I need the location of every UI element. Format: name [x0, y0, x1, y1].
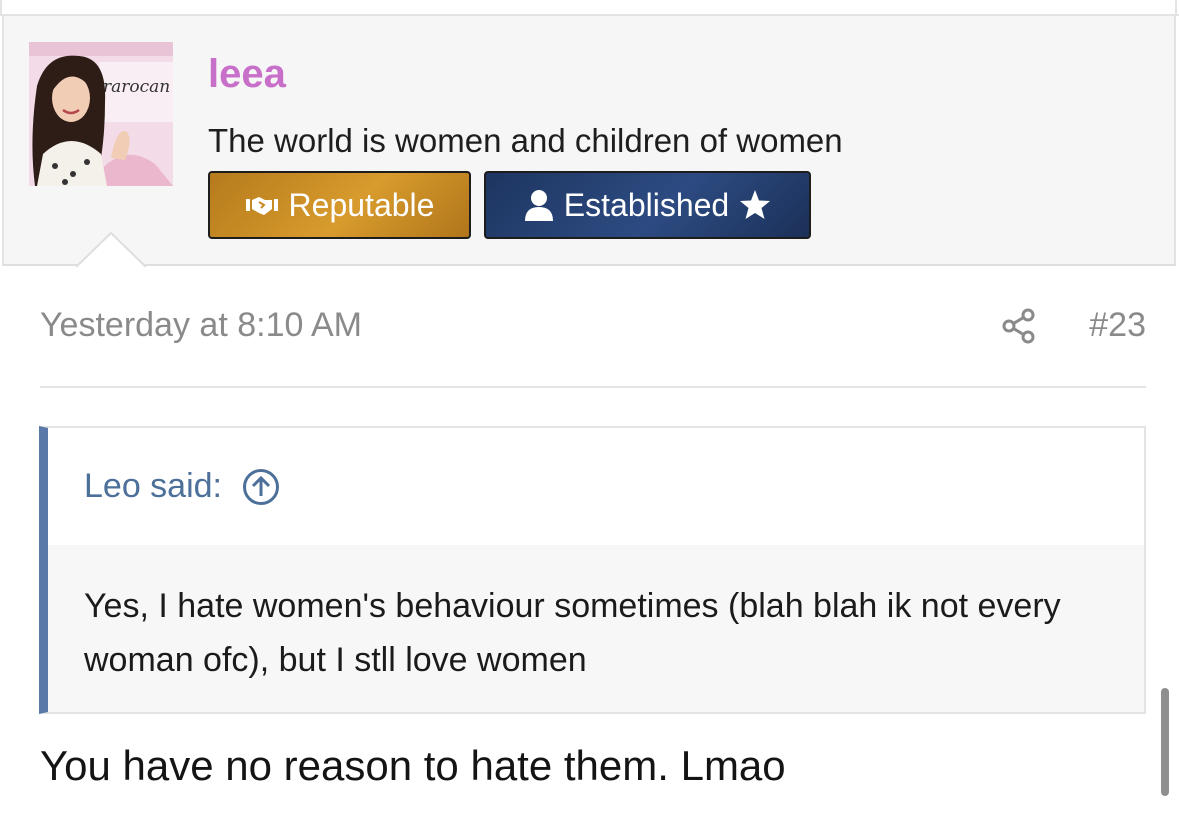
quote-header: Leo said:: [48, 428, 1144, 545]
avatar-sign-text: rarocan: [103, 77, 170, 97]
previous-post-edge: [0, 0, 1179, 16]
avatar[interactable]: rarocan: [29, 42, 173, 186]
post-meta-bar: Yesterday at 8:10 AM #23: [40, 300, 1146, 388]
share-icon[interactable]: [1000, 306, 1040, 346]
quote-author-link[interactable]: Leo said:: [84, 467, 222, 506]
arrow-up-circle-icon[interactable]: [242, 468, 280, 506]
established-badge[interactable]: Established: [484, 171, 811, 239]
post-number-link[interactable]: #23: [1089, 306, 1146, 345]
username-link[interactable]: leea: [208, 52, 286, 97]
established-badge-label: Established: [563, 186, 730, 223]
quote-text: Yes, I hate women's behaviour sometimes …: [48, 545, 1144, 712]
quote-block: Leo said: Yes, I hate women's behaviour …: [39, 426, 1146, 714]
divider: [1175, 0, 1177, 16]
user-icon: [524, 189, 554, 221]
user-title: The world is women and children of women: [208, 122, 843, 159]
avatar-image: rarocan: [29, 42, 173, 186]
post-user-header: rarocan leea The world is women and chil…: [2, 16, 1176, 266]
post-message: You have no reason to hate them. Lmao: [40, 742, 786, 789]
post-date[interactable]: Yesterday at 8:10 AM: [40, 306, 362, 345]
handshake-icon: [245, 193, 279, 217]
scrollbar-thumb[interactable]: [1161, 688, 1169, 796]
reputable-badge[interactable]: Reputable: [208, 171, 471, 239]
forum-post: rarocan leea The world is women and chil…: [0, 0, 1179, 827]
user-header-pointer: [76, 232, 146, 268]
divider: [0, 0, 2, 16]
reputable-badge-label: Reputable: [288, 186, 435, 223]
star-icon: [739, 189, 771, 221]
